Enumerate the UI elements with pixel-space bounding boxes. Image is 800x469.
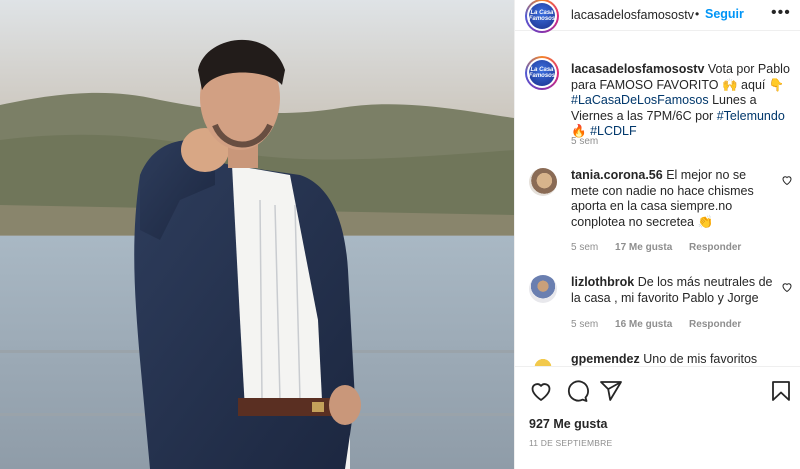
caption-avatar[interactable]: La Casa Famosos [525,56,559,90]
caption-username[interactable]: lacasadelosfamosostv [571,62,704,76]
instagram-post: La Casa Famosos lacasadelosfamosostv • Se… [0,0,800,469]
share-icon[interactable] [599,379,623,403]
caption-body: aquí [741,77,766,92]
comment-like-heart-icon[interactable] [781,174,793,186]
commenter-avatar[interactable] [529,352,557,366]
commenter-username[interactable]: lizlothbrok [571,275,634,289]
post-photo[interactable] [0,0,514,469]
brand-logo: La Casa Famosos [529,3,555,29]
post-date: 11 DE SEPTIEMBRE [529,438,613,448]
comment-timestamp: 5 sem [571,319,599,330]
comment-text: lizlothbrok De los más neutrales de la c… [571,275,777,306]
author-username[interactable]: lacasadelosfamosostv [571,8,694,22]
commenter-username[interactable]: gpemendez [571,352,640,366]
caption-text: lacasadelosfamosostv Vota por Pablo para… [571,62,795,140]
heart-icon[interactable] [529,379,553,403]
caption-timestamp: 5 sem [571,136,599,147]
bookmark-icon[interactable] [769,379,793,403]
commenter-avatar[interactable] [529,168,557,196]
comment-text: gpemendez Uno de mis favoritos [571,352,777,366]
clapping-emoji: 👏 [697,214,714,229]
reply-button[interactable]: Responder [689,242,741,253]
brand-logo: La Casa Famosos [529,60,555,86]
comment-like-count[interactable]: 17 Me gusta [615,242,672,253]
comment-timestamp: 5 sem [571,242,599,253]
raised-hands-emoji: 🙌 [721,77,738,92]
comment-meta: 5 sem 16 Me gusta Responder [571,319,755,330]
reply-button[interactable]: Responder [689,319,741,330]
comment-like-count[interactable]: 16 Me gusta [615,319,672,330]
comment-text: tania.corona.56 El mejor no se mete con … [571,168,777,230]
more-options-icon[interactable]: ••• [771,4,791,22]
hashtag-link[interactable]: #Telemundo [717,109,785,123]
photo-illustration [0,0,514,469]
comment-like-heart-icon[interactable] [781,281,793,293]
pointing-down-emoji: 👇 [768,77,785,92]
avatar[interactable]: La Casa Famosos [525,0,559,33]
comment-item: gpemendez Uno de mis favoritos [515,352,800,366]
comment-icon[interactable] [565,379,589,403]
comment-meta: 5 sem 17 Me gusta Responder [571,242,755,253]
likes-count[interactable]: 927 Me gusta [529,417,608,431]
commenter-avatar[interactable] [529,275,557,303]
post-actions: 927 Me gusta 11 DE SEPTIEMBRE [515,366,800,469]
separator-dot: • [695,7,700,21]
follow-button[interactable]: Seguir [705,7,744,21]
post-header: La Casa Famosos lacasadelosfamosostv • Se… [515,0,800,33]
commenter-username[interactable]: tania.corona.56 [571,168,663,182]
hashtag-link[interactable]: #LaCasaDeLosFamosos [571,93,709,107]
comment-body: Uno de mis favoritos [643,352,758,366]
post-sidebar: La Casa Famosos lacasadelosfamosostv • Se… [514,0,800,469]
